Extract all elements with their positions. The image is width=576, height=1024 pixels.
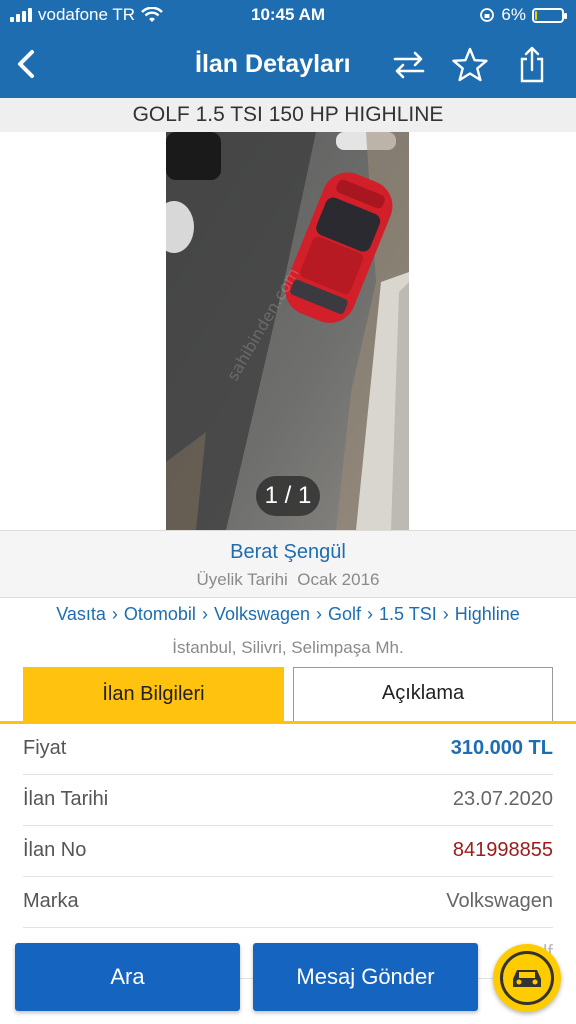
detail-row-price: Fiyat 310.000 TL	[23, 724, 553, 775]
tab-description[interactable]: Açıklama	[293, 667, 553, 721]
breadcrumb-item[interactable]: Highline	[455, 604, 520, 624]
favorite-star-icon[interactable]	[450, 44, 490, 86]
listing-photo[interactable]: sahibinden.com	[166, 132, 409, 530]
seller-name[interactable]: Berat Şengül	[0, 541, 576, 564]
detail-label: Fiyat	[23, 737, 67, 759]
status-right: 6%	[479, 5, 567, 25]
detail-row-listing-no: İlan No 841998855	[23, 826, 553, 877]
send-message-button[interactable]: Mesaj Gönder	[253, 943, 478, 1011]
price-value: 310.000 TL	[450, 737, 553, 759]
breadcrumb-separator: ›	[201, 604, 208, 624]
detail-label: İlan Tarihi	[23, 788, 109, 810]
call-button[interactable]: Ara	[15, 943, 240, 1011]
share-icon[interactable]	[512, 44, 552, 86]
detail-value: 23.07.2020	[452, 788, 553, 810]
breadcrumb: Vasıta › Otomobil › Volkswagen › Golf › 1.5 TSI ›…	[0, 604, 576, 625]
status-bar: vodafone TR 10:45 AM 6%	[0, 0, 576, 32]
back-chevron-icon[interactable]	[8, 42, 48, 86]
breadcrumb-item[interactable]: Volkswagen	[214, 604, 310, 624]
page-title: İlan Detayları	[195, 50, 351, 78]
detail-label: Marka	[23, 890, 79, 912]
detail-row-brand: Marka Volkswagen	[23, 877, 553, 928]
breadcrumb-separator: ›	[442, 604, 449, 624]
car-swap-fab[interactable]	[493, 944, 561, 1012]
compare-arrows-icon[interactable]	[389, 44, 429, 86]
member-since: Üyelik Tarihi Ocak 2016	[0, 570, 576, 590]
breadcrumb-separator: ›	[111, 604, 118, 624]
member-since-label: Üyelik Tarihi	[196, 570, 288, 589]
member-since-value: Ocak 2016	[297, 570, 380, 589]
breadcrumb-item[interactable]: Vasıta	[56, 604, 106, 624]
detail-tabs: İlan Bilgileri Açıklama	[0, 666, 576, 724]
battery-icon	[532, 7, 567, 23]
listing-subtitle: GOLF 1.5 TSI 150 HP HIGHLINE	[0, 98, 576, 132]
details-table: Fiyat 310.000 TL İlan Tarihi 23.07.2020 …	[0, 724, 576, 979]
orientation-lock-icon	[480, 8, 495, 22]
car-icon	[500, 951, 554, 1005]
breadcrumb-item[interactable]: 1.5 TSI	[379, 604, 437, 624]
detail-value: Volkswagen	[446, 890, 553, 912]
breadcrumb-separator: ›	[367, 604, 374, 624]
seller-info: Berat Şengül Üyelik Tarihi Ocak 2016	[0, 530, 576, 598]
navigation-bar: İlan Detayları	[0, 32, 576, 98]
listing-number: 841998855	[452, 839, 553, 861]
detail-row-date: İlan Tarihi 23.07.2020	[23, 775, 553, 826]
breadcrumb-item[interactable]: Golf	[328, 604, 361, 624]
breadcrumb-item[interactable]: Otomobil	[124, 604, 196, 624]
photo-counter: 1 / 1	[256, 476, 320, 516]
photo-gallery[interactable]: sahibinden.com 1 / 1	[0, 132, 576, 530]
top-bar: vodafone TR 10:45 AM 6% İlan Detayları	[0, 0, 576, 98]
breadcrumb-separator: ›	[316, 604, 323, 624]
detail-label: İlan No	[23, 839, 87, 861]
tab-listing-info[interactable]: İlan Bilgileri	[23, 667, 284, 721]
listing-location: İstanbul, Silivri, Selimpaşa Mh.	[172, 638, 404, 657]
battery-percent: 6%	[501, 5, 526, 24]
